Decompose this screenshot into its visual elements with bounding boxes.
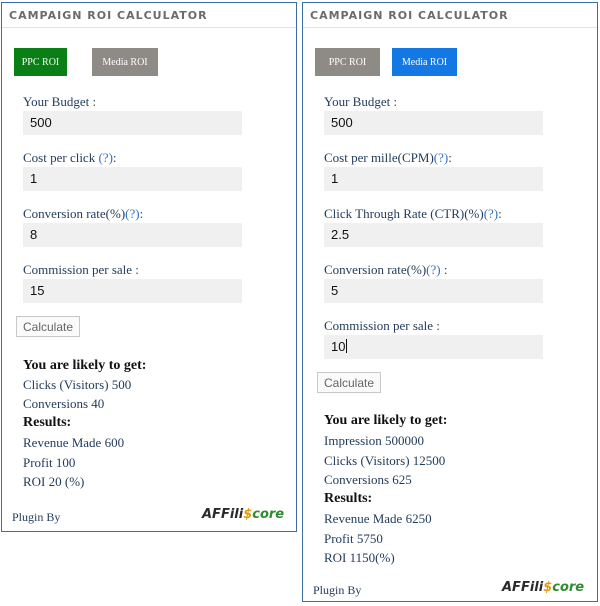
conversion-rate-help-link[interactable]: (?) — [125, 206, 139, 221]
commission-input[interactable]: 15 — [23, 279, 242, 303]
budget-input[interactable]: 500 — [23, 111, 242, 135]
impression-result: Impression 500000 — [324, 433, 425, 448]
cost-per-click-help-link[interactable]: (?) — [98, 150, 112, 165]
conversion-rate-input[interactable]: 8 — [23, 223, 242, 247]
conversion-rate-input[interactable]: 5 — [324, 279, 543, 303]
clicks-result: Clicks (Visitors) 500 — [23, 377, 132, 392]
text-cursor — [346, 339, 348, 353]
tab-ppc-roi[interactable]: PPC ROI — [14, 48, 67, 76]
tab-media-roi[interactable]: Media ROI — [92, 48, 158, 76]
cpm-input[interactable]: 1 — [324, 167, 543, 191]
budget-label: Your Budget : — [23, 94, 97, 109]
conversion-rate-help-link[interactable]: (?) — [426, 262, 440, 277]
results-heading: Results: — [23, 415, 72, 430]
conversion-rate-label: Conversion rate(%)(?) : — [324, 262, 448, 277]
clicks-result: Clicks (Visitors) 12500 — [324, 453, 446, 468]
profit-result: Profit 5750 — [324, 531, 383, 546]
ctr-label: Click Through Rate (CTR)(%)(?): — [324, 206, 502, 221]
cost-per-click-label: Cost per click (?): — [23, 150, 117, 165]
revenue-result: Revenue Made 6250 — [324, 511, 432, 526]
commission-input[interactable]: 10 — [324, 335, 543, 359]
widget-title: CAMPAIGN ROI CALCULATOR — [9, 9, 208, 22]
ppc-roi-calculator-widget: CAMPAIGN ROI CALCULATOR PPC ROI Media RO… — [1, 2, 297, 532]
affiliscore-logo[interactable]: AFFili$core — [502, 580, 584, 595]
cost-per-click-input[interactable]: 1 — [23, 167, 242, 191]
widget-title: CAMPAIGN ROI CALCULATOR — [310, 9, 509, 22]
roi-result: ROI 1150(%) — [324, 550, 395, 565]
plugin-by-label: Plugin By — [12, 510, 61, 524]
affiliscore-logo[interactable]: AFFili$core — [202, 507, 284, 522]
plugin-by-label: Plugin By — [313, 583, 362, 597]
ctr-help-link[interactable]: (?) — [484, 206, 498, 221]
title-divider — [303, 27, 597, 28]
budget-label: Your Budget : — [324, 94, 398, 109]
conversions-result: Conversions 625 — [324, 472, 412, 487]
likely-heading: You are likely to get: — [324, 413, 448, 428]
budget-input[interactable]: 500 — [324, 111, 543, 135]
tab-media-roi[interactable]: Media ROI — [392, 48, 457, 76]
calculate-button[interactable]: Calculate — [16, 316, 81, 337]
profit-result: Profit 100 — [23, 455, 76, 470]
ctr-input[interactable]: 2.5 — [324, 223, 543, 247]
cpm-help-link[interactable]: (?) — [434, 150, 448, 165]
roi-result: ROI 20 (%) — [23, 474, 85, 489]
calculate-button[interactable]: Calculate — [317, 372, 382, 393]
tab-ppc-roi[interactable]: PPC ROI — [315, 48, 380, 76]
media-roi-calculator-widget: CAMPAIGN ROI CALCULATOR PPC ROI Media RO… — [302, 2, 598, 602]
commission-label: Commission per sale : — [23, 262, 139, 277]
likely-heading: You are likely to get: — [23, 358, 147, 373]
cpm-label: Cost per mille(CPM)(?): — [324, 150, 452, 165]
conversion-rate-label: Conversion rate(%)(?): — [23, 206, 144, 221]
conversions-result: Conversions 40 — [23, 396, 105, 411]
title-divider — [2, 27, 296, 28]
results-heading: Results: — [324, 491, 373, 506]
commission-label: Commission per sale : — [324, 318, 440, 333]
revenue-result: Revenue Made 600 — [23, 435, 125, 450]
